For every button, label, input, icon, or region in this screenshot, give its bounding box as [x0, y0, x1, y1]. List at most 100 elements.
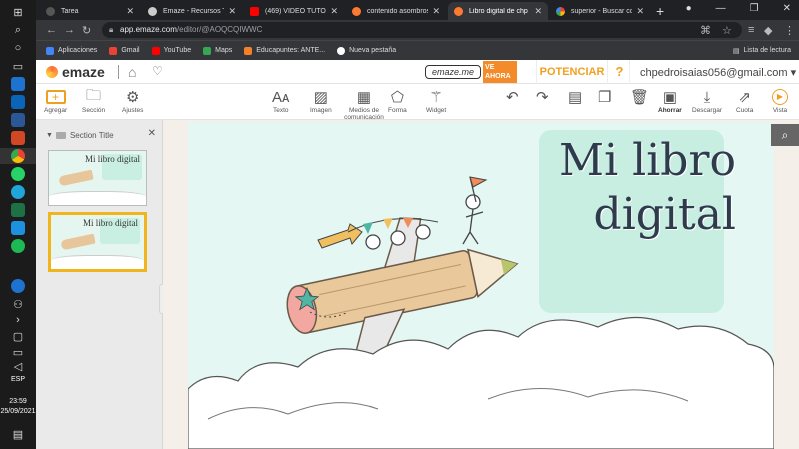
- slide-thumbnail-2[interactable]: Mi libro digital: [48, 212, 147, 272]
- edge-app-icon[interactable]: [8, 184, 28, 200]
- help-icon[interactable]: [8, 278, 28, 294]
- bookmark-aplicaciones[interactable]: Aplicaciones: [46, 46, 97, 55]
- window-close-icon[interactable]: ✕: [783, 3, 791, 14]
- bookmark-star-icon[interactable]: ☆: [722, 24, 732, 37]
- pentagon-icon: ⬠: [390, 89, 404, 106]
- reload-icon[interactable]: ↻: [82, 24, 91, 37]
- lock-icon: 🔒︎: [109, 25, 114, 34]
- lightbulb-icon[interactable]: ♡: [152, 64, 163, 78]
- people-icon[interactable]: ⚇: [8, 296, 28, 312]
- url-field[interactable]: 🔒︎ app.emaze.com/editor/@AOQCQIWWC: [102, 22, 742, 38]
- clock-time[interactable]: 23:59: [0, 398, 36, 405]
- cuota-button[interactable]: ⇗ Cuota: [736, 87, 753, 114]
- potenciar-button[interactable]: POTENCIAR: [536, 60, 608, 84]
- word-app-icon[interactable]: [8, 112, 28, 128]
- minimize-icon[interactable]: —: [716, 3, 726, 14]
- undo-button[interactable]: ↶: [506, 87, 519, 107]
- bookmark-educapuntes[interactable]: Educapuntes: ANTE...: [244, 46, 325, 55]
- section-header[interactable]: ▼ Section Title ✕: [46, 128, 156, 142]
- redo-button[interactable]: ↷: [536, 87, 549, 107]
- tab-tarea[interactable]: Tarea ✕: [40, 2, 140, 20]
- slide-canvas[interactable]: Mi libro digital: [188, 122, 774, 449]
- seccion-button[interactable]: 🗀︎ Sección: [82, 87, 105, 115]
- chrome-menu-icon[interactable]: ⋮: [784, 24, 795, 37]
- emaze-me-promo[interactable]: emaze.me VE AHORA: [425, 61, 518, 83]
- slide-thumbnail-1[interactable]: Mi libro digital: [48, 150, 147, 206]
- tool-label: Ajustes: [122, 107, 144, 114]
- close-icon[interactable]: ✕: [228, 6, 236, 17]
- tab-contenido[interactable]: contenido asombros ✕: [346, 2, 446, 20]
- ajustes-button[interactable]: ⚙︎ Ajustes: [122, 87, 143, 114]
- bookmark-gmail[interactable]: Gmail: [109, 46, 140, 55]
- duplicate-button[interactable]: ❐: [598, 87, 611, 107]
- notifications-icon[interactable]: ▤: [8, 426, 28, 442]
- ahorrar-button[interactable]: ▣ Ahorrar: [658, 87, 682, 114]
- editor-canvas: Mi libro digital ⌕: [163, 120, 799, 449]
- notes-button[interactable]: ▤: [568, 87, 582, 107]
- translate-icon[interactable]: ⌘: [700, 24, 711, 37]
- descargar-button[interactable]: ⤓ Descargar: [692, 87, 722, 115]
- tab-label: Tarea: [61, 7, 79, 15]
- close-icon[interactable]: ✕: [148, 128, 156, 139]
- close-icon[interactable]: ✕: [330, 6, 338, 17]
- help-button[interactable]: ?: [610, 60, 630, 84]
- imagen-button[interactable]: ▨ Imagen: [310, 87, 332, 114]
- tab-emaze-recursos[interactable]: Emaze - Recursos Tl ✕: [142, 2, 242, 20]
- back-arrow-icon[interactable]: ←: [46, 24, 57, 36]
- close-icon[interactable]: ✕: [534, 6, 542, 17]
- profile-icon[interactable]: ●: [686, 3, 692, 14]
- outlook-app-icon[interactable]: [8, 94, 28, 110]
- whatsapp-app-icon[interactable]: [8, 166, 28, 182]
- close-icon[interactable]: ✕: [636, 6, 644, 17]
- language-indicator[interactable]: ESP: [0, 376, 36, 383]
- cloud-thumb: [51, 255, 144, 269]
- spotify-app-icon[interactable]: [8, 238, 28, 254]
- close-icon[interactable]: ✕: [432, 6, 440, 17]
- tool-label: Imagen: [310, 107, 332, 114]
- home-icon[interactable]: ⌂: [128, 64, 136, 80]
- chrome-app-icon[interactable]: [0, 148, 36, 164]
- powerpoint-app-icon[interactable]: [8, 130, 28, 146]
- slide-title[interactable]: Mi libro digital: [518, 134, 736, 242]
- excel-app-icon[interactable]: [8, 202, 28, 218]
- cortana-icon[interactable]: ○: [8, 40, 28, 56]
- file-app-icon[interactable]: [8, 220, 28, 236]
- volume-icon[interactable]: ◁: [8, 358, 28, 374]
- media-control-icon[interactable]: ≡: [748, 24, 754, 36]
- emaze-logo[interactable]: emaze: [46, 64, 105, 80]
- vista-button[interactable]: ▶ Vista: [772, 87, 788, 114]
- search-icon[interactable]: ⌕: [8, 22, 28, 38]
- tab-video-tutor[interactable]: (469) VIDEO TUTOR ✕: [244, 2, 344, 20]
- restore-icon[interactable]: ❐: [750, 3, 759, 14]
- extension-icon[interactable]: ◆: [764, 24, 772, 37]
- network-icon[interactable]: ▢: [8, 328, 28, 344]
- texto-button[interactable]: Aᴀ Texto: [272, 87, 289, 115]
- forma-button[interactable]: ⬠ Forma: [388, 87, 407, 114]
- windows-taskbar: ⊞ ⌕ ○ ▭ ⚇ › ▢ ▭ ◁ ESP 23:59 25/09/2021 ▤: [0, 0, 36, 449]
- tab-libro-digital[interactable]: Libro digital de chp ✕: [448, 2, 548, 20]
- medios-button[interactable]: ▦ Medios de comunicación: [342, 87, 386, 121]
- tab-superior-buscar[interactable]: superior - Buscar co ✕: [550, 2, 650, 20]
- collapse-triangle-icon[interactable]: ▼: [46, 132, 53, 139]
- agregar-button[interactable]: + Agregar: [44, 87, 67, 114]
- mail-app-icon[interactable]: [8, 76, 28, 92]
- clock-date[interactable]: 25/09/2021: [0, 408, 36, 415]
- account-menu[interactable]: chpedroisaias056@gmail.com ▾: [640, 66, 796, 79]
- chevron-up-icon[interactable]: ›: [8, 312, 28, 328]
- windows-start-icon[interactable]: ⊞: [8, 4, 28, 20]
- new-tab-button[interactable]: +: [656, 3, 664, 19]
- bookmark-youtube[interactable]: YouTube: [151, 46, 191, 55]
- forward-arrow-icon[interactable]: →: [64, 24, 75, 36]
- zoom-icon[interactable]: ⌕: [771, 124, 799, 146]
- delete-button[interactable]: 🗑︎: [630, 87, 649, 107]
- redo-icon: ↷: [536, 89, 549, 106]
- bookmark-nueva-pestana[interactable]: Nueva pestaña: [337, 46, 396, 55]
- reading-list[interactable]: ▤ Lista de lectura: [733, 47, 791, 55]
- widget-button[interactable]: ⚚ Widget: [426, 87, 446, 114]
- task-view-icon[interactable]: ▭: [8, 58, 28, 74]
- tab-label: contenido asombros: [367, 7, 429, 15]
- share-icon: ⇗: [738, 89, 751, 106]
- section-title[interactable]: Section Title: [70, 131, 114, 140]
- bookmark-maps[interactable]: Maps: [203, 46, 232, 55]
- close-icon[interactable]: ✕: [126, 6, 134, 17]
